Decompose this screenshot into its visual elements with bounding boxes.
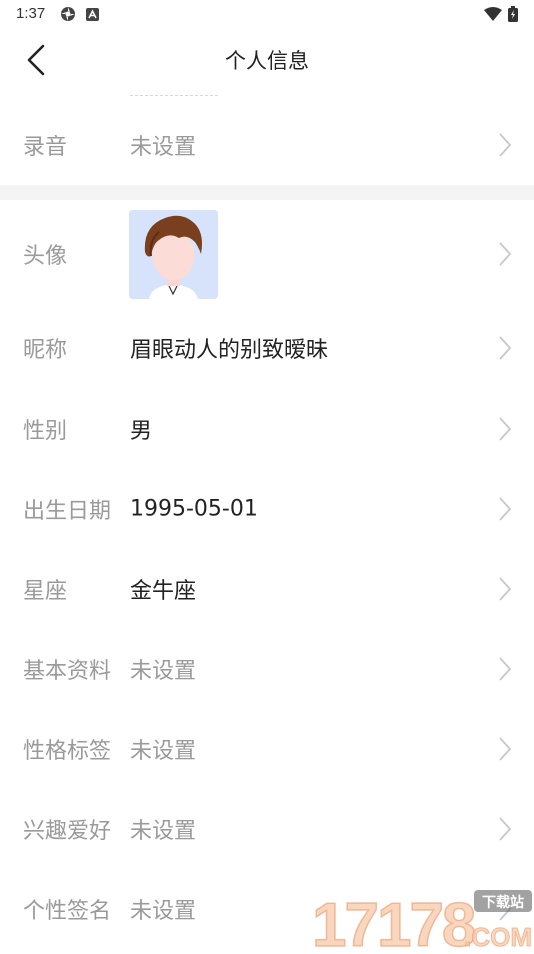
row-value: 未设置: [130, 899, 197, 924]
status-icons: [484, 6, 518, 26]
row-value: 未设置: [130, 135, 197, 160]
chevron-right-icon: [499, 336, 512, 360]
avatar-image: [129, 210, 218, 299]
row-label: 个性签名: [23, 899, 112, 924]
dashed-divider: [130, 95, 218, 96]
app-notification-icon: [86, 7, 99, 25]
row-label: 基本资料: [23, 659, 112, 684]
watermark-badge: 下载站: [482, 894, 524, 911]
row-value: 未设置: [130, 739, 197, 764]
row-value: 男: [130, 419, 153, 444]
watermark-logo: 17178 下载站 .COM: [310, 888, 534, 954]
row-label: 昵称: [23, 338, 68, 363]
chevron-right-icon: [499, 737, 512, 761]
chevron-right-icon: [499, 497, 512, 521]
watermark-number: 17178: [312, 891, 475, 950]
row-label: 头像: [23, 244, 68, 269]
row-label: 兴趣爱好: [23, 819, 112, 844]
row-label: 出生日期: [23, 499, 112, 524]
settings-notification-icon: [60, 6, 76, 26]
wifi-icon: [484, 7, 502, 25]
chevron-right-icon: [499, 417, 512, 441]
chevron-right-icon: [499, 577, 512, 601]
chevron-right-icon: [499, 657, 512, 681]
row-value: 眉眼动人的别致暧昧: [130, 338, 329, 363]
section-divider: [0, 185, 534, 200]
row-value: 未设置: [130, 659, 197, 684]
chevron-right-icon: [499, 133, 512, 157]
status-time: 1:37: [16, 5, 46, 22]
chevron-right-icon: [499, 817, 512, 841]
row-label: 星座: [23, 579, 68, 604]
page-title: 个人信息: [225, 49, 309, 73]
row-value: 1995-05-01: [130, 496, 258, 522]
row-value: 未设置: [130, 819, 197, 844]
row-value: 金牛座: [130, 579, 197, 604]
watermark-suffix: .COM: [464, 922, 532, 950]
header-bar: 个人信息: [0, 28, 534, 94]
status-bar: 1:37: [0, 0, 534, 28]
avatar[interactable]: [129, 210, 218, 299]
row-label: 性别: [23, 419, 68, 444]
chevron-right-icon: [499, 242, 512, 266]
battery-icon: [508, 6, 518, 26]
row-label: 录音: [23, 135, 68, 160]
row-label: 性格标签: [23, 739, 112, 764]
